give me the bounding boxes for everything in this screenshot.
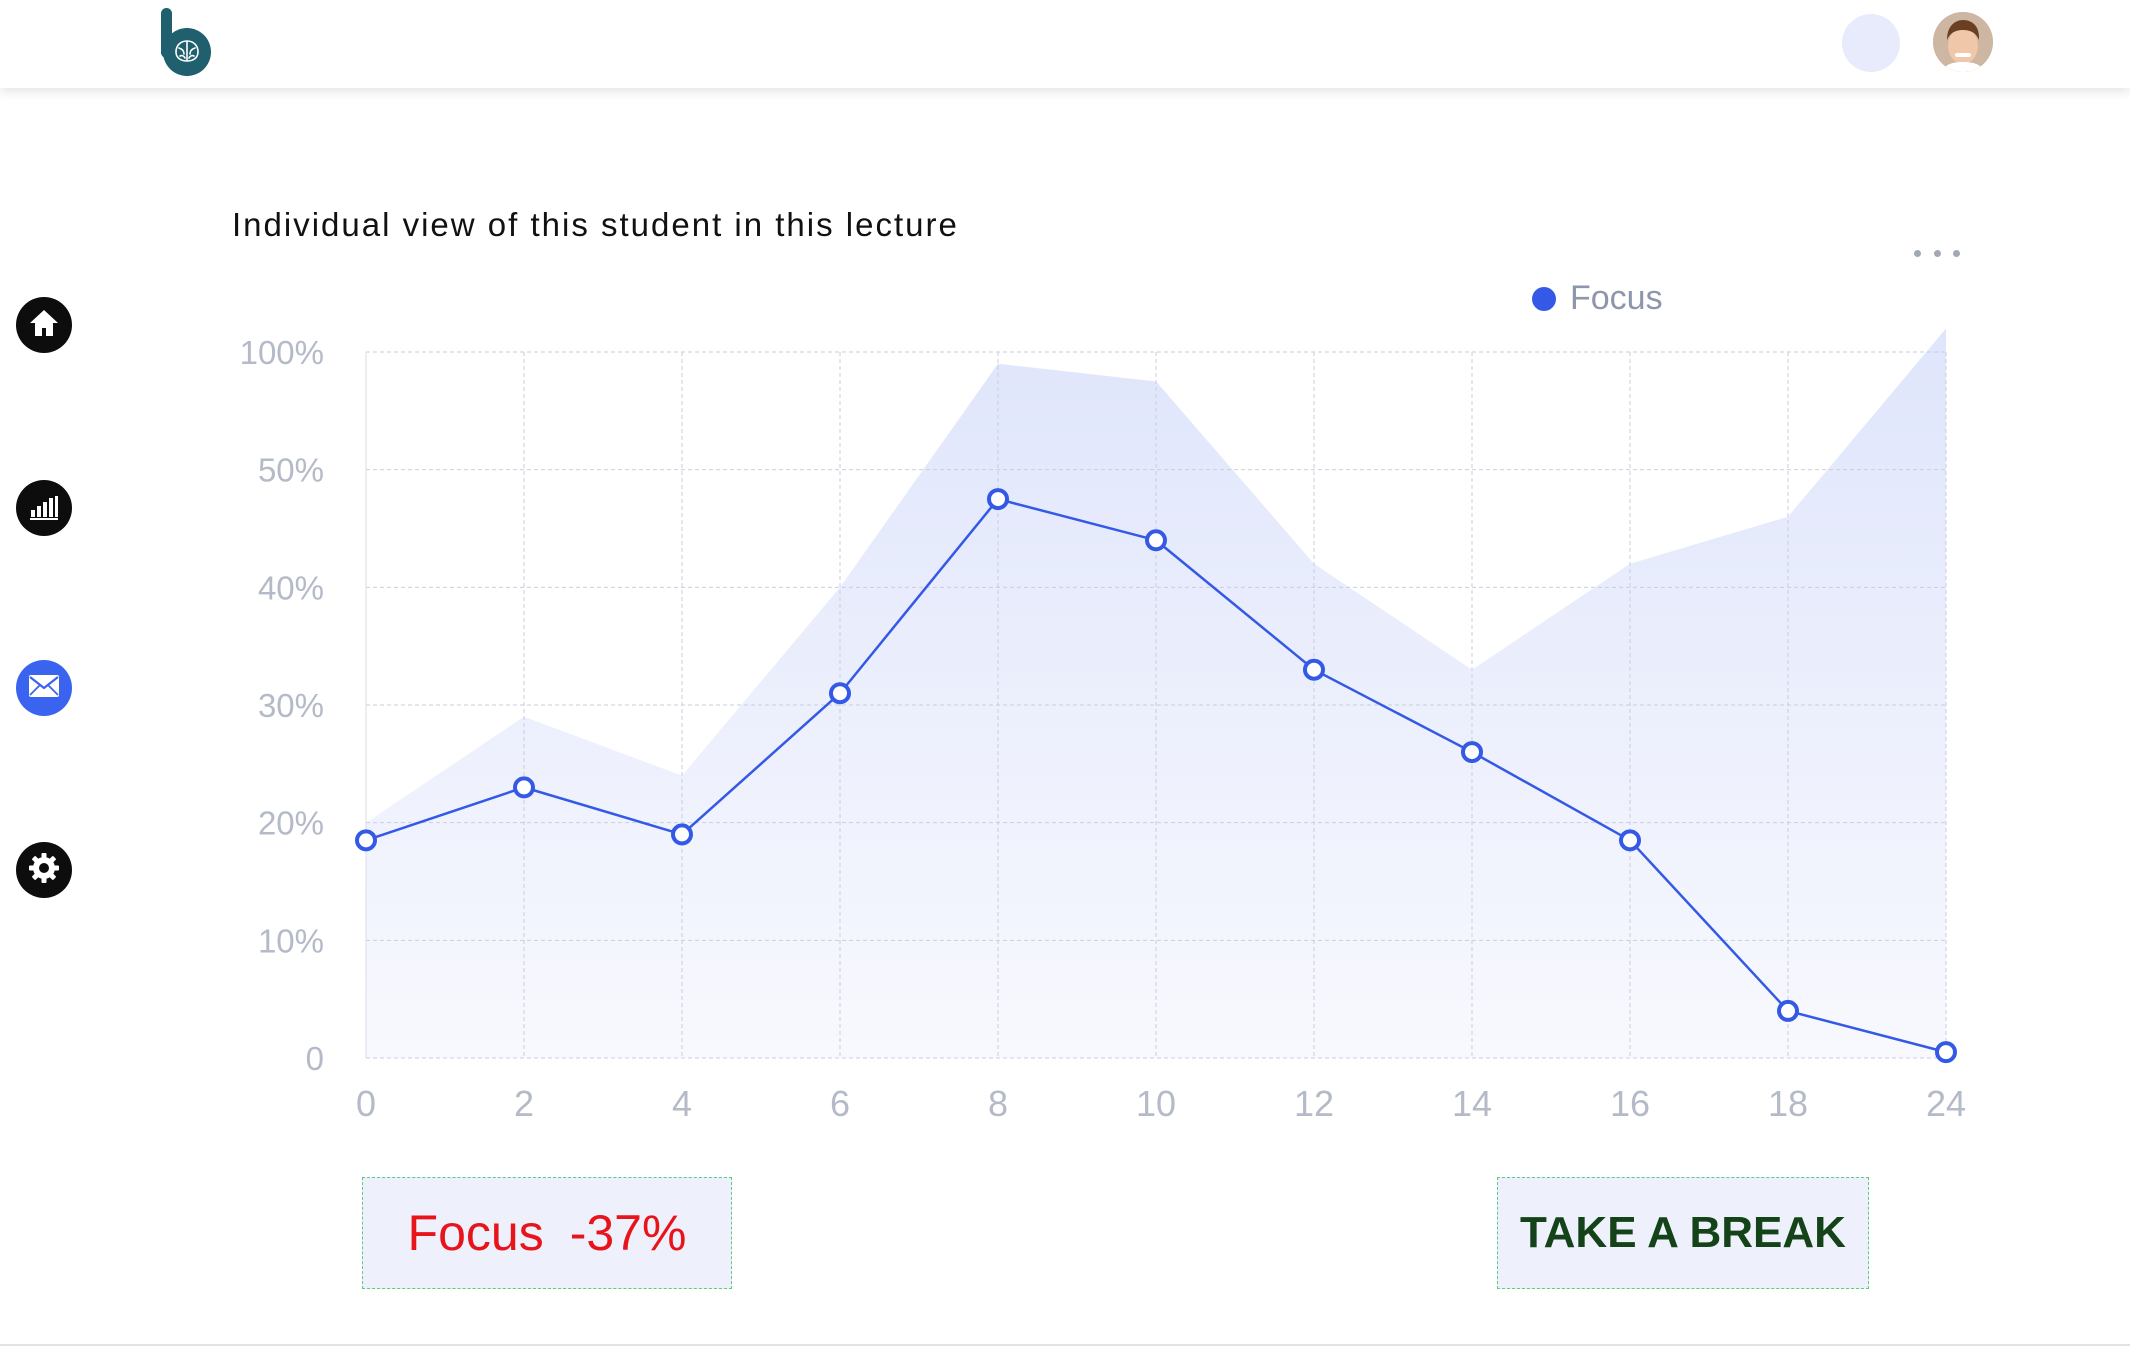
focus-data-point xyxy=(1461,741,1483,764)
x-tick-label: 18 xyxy=(1768,1083,1808,1124)
focus-data-point xyxy=(355,829,377,852)
focus-summary: Focus -37% xyxy=(362,1177,732,1289)
take-a-break-button[interactable]: TAKE A BREAK xyxy=(1497,1177,1869,1289)
divider xyxy=(0,1344,2130,1346)
focus-data-point xyxy=(1777,999,1799,1022)
y-tick-label: 30% xyxy=(258,687,324,724)
x-tick-label: 14 xyxy=(1452,1083,1492,1124)
focus-data-point xyxy=(1303,658,1325,681)
focus-summary-label: Focus xyxy=(407,1205,544,1261)
x-tick-label: 16 xyxy=(1610,1083,1650,1124)
x-tick-label: 24 xyxy=(1926,1083,1966,1124)
y-tick-label: 100% xyxy=(240,334,324,371)
x-tick-label: 10 xyxy=(1136,1083,1176,1124)
focus-data-point xyxy=(1145,529,1167,552)
focus-data-point xyxy=(987,488,1009,511)
y-tick-label: 40% xyxy=(258,569,324,606)
y-tick-label: 10% xyxy=(258,922,324,959)
x-tick-label: 8 xyxy=(988,1083,1008,1124)
x-tick-label: 4 xyxy=(672,1083,692,1124)
y-tick-label: 0 xyxy=(306,1040,324,1077)
focus-data-point xyxy=(1619,829,1641,852)
x-tick-label: 0 xyxy=(356,1083,376,1124)
x-tick-label: 12 xyxy=(1294,1083,1334,1124)
focus-data-point xyxy=(671,823,693,846)
x-tick-label: 6 xyxy=(830,1083,850,1124)
focus-data-point xyxy=(829,682,851,705)
y-tick-label: 20% xyxy=(258,805,324,842)
focus-line-chart: 010%20%30%40%50%100%0 2 4 6 8 10 12 14 16 18 24 xyxy=(240,328,1966,1124)
focus-data-point xyxy=(1935,1041,1957,1064)
focus-data-point xyxy=(513,776,535,799)
focus-summary-change: -37% xyxy=(569,1205,687,1261)
y-tick-label: 50% xyxy=(258,452,324,489)
x-tick-label: 2 xyxy=(514,1083,534,1124)
